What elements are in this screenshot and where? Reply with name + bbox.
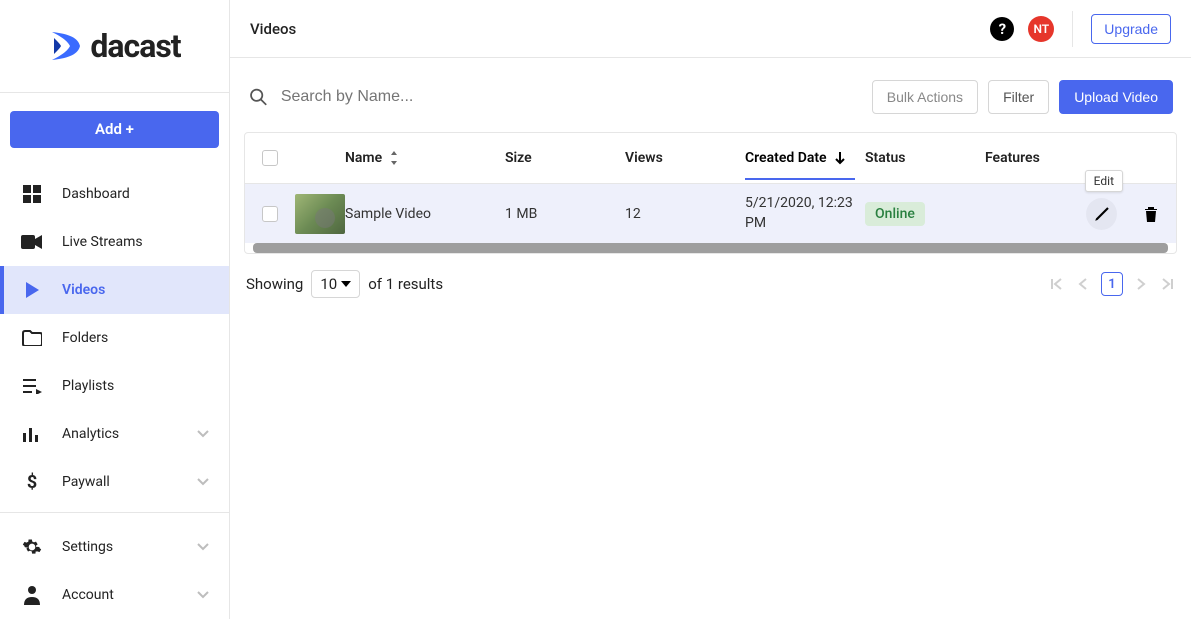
logo: dacast bbox=[0, 0, 229, 93]
cell-size: 1 MB bbox=[505, 206, 625, 222]
select-all-checkbox[interactable] bbox=[262, 150, 278, 166]
sidebar-item-label: Playlists bbox=[62, 378, 114, 394]
col-views[interactable]: Views bbox=[625, 150, 745, 166]
cell-name: Sample Video bbox=[345, 206, 505, 222]
table-header: Name Size Views Created Date Status F bbox=[245, 133, 1176, 183]
nav: Dashboard Live Streams Videos Folders Playli… bbox=[0, 166, 229, 506]
bulk-actions-button[interactable]: Bulk Actions bbox=[872, 80, 978, 114]
cell-views: 12 bbox=[625, 206, 745, 222]
gear-icon bbox=[20, 535, 44, 559]
folder-icon bbox=[20, 326, 44, 350]
search-input[interactable] bbox=[281, 88, 862, 106]
search-icon bbox=[248, 86, 269, 108]
sidebar-item-label: Folders bbox=[62, 330, 108, 346]
dashboard-icon bbox=[20, 182, 44, 206]
pager-prev-icon[interactable] bbox=[1077, 277, 1087, 291]
per-page-select[interactable]: 10 bbox=[311, 270, 360, 298]
pager-page-current[interactable]: 1 bbox=[1101, 272, 1123, 296]
sidebar-item-playlists[interactable]: Playlists bbox=[0, 362, 229, 410]
chevron-down-icon bbox=[197, 478, 209, 486]
pager-first-icon[interactable] bbox=[1049, 277, 1063, 291]
horizontal-scrollbar[interactable] bbox=[253, 243, 1168, 253]
sidebar-item-dashboard[interactable]: Dashboard bbox=[0, 170, 229, 218]
sidebar-item-label: Paywall bbox=[62, 474, 110, 490]
nav-bottom: Settings Account bbox=[0, 519, 229, 619]
pager-last-icon[interactable] bbox=[1161, 277, 1175, 291]
chevron-down-icon bbox=[197, 543, 209, 551]
pager-next-icon[interactable] bbox=[1137, 277, 1147, 291]
delete-button[interactable] bbox=[1135, 198, 1166, 230]
divider bbox=[1072, 11, 1073, 47]
brand-name: dacast bbox=[90, 27, 180, 65]
row-checkbox[interactable] bbox=[262, 206, 278, 222]
nav-divider bbox=[0, 512, 229, 513]
sidebar-item-settings[interactable]: Settings bbox=[0, 523, 229, 571]
svg-text:$: $ bbox=[27, 472, 37, 493]
add-button[interactable]: Add + bbox=[10, 111, 219, 148]
edit-tooltip: Edit bbox=[1085, 170, 1123, 192]
filter-button[interactable]: Filter bbox=[988, 80, 1049, 114]
video-thumbnail bbox=[295, 194, 345, 234]
help-icon[interactable]: ? bbox=[990, 17, 1014, 41]
page-title: Videos bbox=[250, 20, 296, 38]
col-size[interactable]: Size bbox=[505, 150, 625, 166]
showing-label: Showing bbox=[246, 275, 303, 293]
col-features[interactable]: Features bbox=[985, 150, 1086, 166]
avatar[interactable]: NT bbox=[1028, 16, 1054, 42]
sidebar-item-paywall[interactable]: $ Paywall bbox=[0, 458, 229, 506]
playlist-icon bbox=[20, 374, 44, 398]
add-button-label: Add + bbox=[95, 120, 134, 138]
col-status[interactable]: Status bbox=[865, 150, 985, 166]
sidebar-item-label: Settings bbox=[62, 539, 113, 555]
brand-logo-icon bbox=[48, 28, 84, 64]
upload-video-button[interactable]: Upload Video bbox=[1059, 80, 1173, 114]
sidebar-item-live-streams[interactable]: Live Streams bbox=[0, 218, 229, 266]
of-results-label: of 1 results bbox=[368, 275, 443, 293]
status-badge: Online bbox=[865, 202, 925, 226]
caret-down-icon bbox=[341, 281, 351, 287]
sidebar-item-label: Dashboard bbox=[62, 186, 130, 202]
pagination: Showing 10 of 1 results 1 bbox=[244, 254, 1177, 298]
videos-table: Name Size Views Created Date Status F bbox=[244, 132, 1177, 254]
content: Bulk Actions Filter Upload Video Name Si… bbox=[230, 58, 1191, 298]
sidebar-item-folders[interactable]: Folders bbox=[0, 314, 229, 362]
chevron-down-icon bbox=[197, 430, 209, 438]
sort-both-icon bbox=[388, 151, 400, 165]
pencil-icon bbox=[1093, 205, 1111, 223]
col-name[interactable]: Name bbox=[345, 150, 505, 166]
dollar-icon: $ bbox=[20, 470, 44, 494]
table-row[interactable]: Sample Video 1 MB 12 5/21/2020, 12:23 PM… bbox=[245, 183, 1176, 243]
main: Videos ? NT Upgrade Bulk Actions Filter … bbox=[230, 0, 1191, 619]
edit-button[interactable]: Edit bbox=[1086, 198, 1117, 230]
sidebar-item-analytics[interactable]: Analytics bbox=[0, 410, 229, 458]
sidebar-item-videos[interactable]: Videos bbox=[0, 266, 229, 314]
sidebar-item-label: Analytics bbox=[62, 426, 119, 442]
toolbar: Bulk Actions Filter Upload Video bbox=[244, 80, 1177, 132]
chevron-down-icon bbox=[197, 591, 209, 599]
topbar: Videos ? NT Upgrade bbox=[230, 0, 1191, 58]
upgrade-button[interactable]: Upgrade bbox=[1091, 14, 1171, 44]
cell-status: Online bbox=[865, 202, 985, 226]
sidebar: dacast Add + Dashboard Live Streams Videos… bbox=[0, 0, 230, 619]
col-created[interactable]: Created Date bbox=[745, 150, 865, 166]
trash-icon bbox=[1143, 205, 1159, 223]
person-icon bbox=[20, 583, 44, 607]
sidebar-item-account[interactable]: Account bbox=[0, 571, 229, 619]
sidebar-item-label: Live Streams bbox=[62, 234, 143, 250]
sort-desc-icon bbox=[833, 151, 847, 165]
analytics-icon bbox=[20, 422, 44, 446]
cell-created: 5/21/2020, 12:23 PM bbox=[745, 194, 865, 233]
camera-icon bbox=[20, 230, 44, 254]
sidebar-item-label: Account bbox=[62, 587, 114, 603]
play-icon bbox=[20, 278, 44, 302]
sidebar-item-label: Videos bbox=[62, 282, 105, 298]
